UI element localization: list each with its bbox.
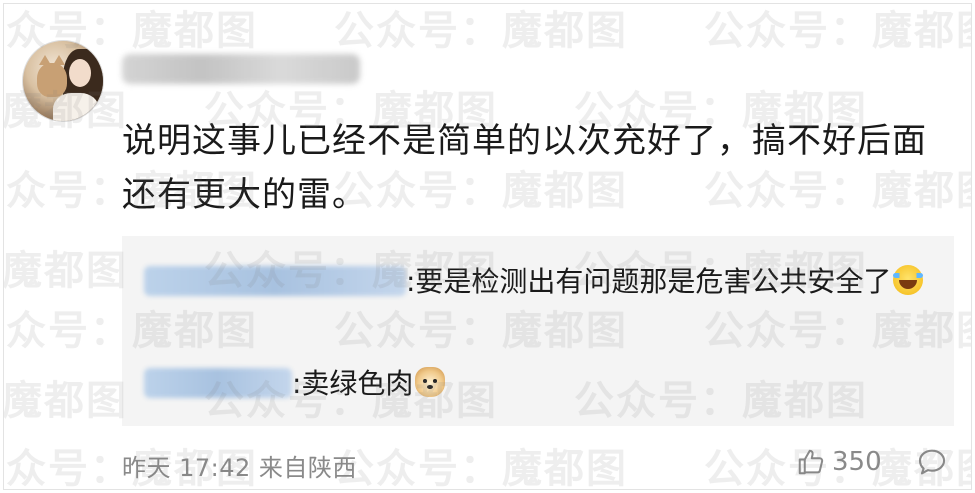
user-avatar[interactable] xyxy=(22,40,104,122)
reply-item[interactable]: :要是检测出有问题那是危害公共安全了 xyxy=(144,260,934,304)
avatar-cat-icon xyxy=(37,55,67,97)
laugh-cry-icon xyxy=(893,265,924,295)
watermark-text: 公众号：魔都图 xyxy=(334,8,628,54)
watermark-text: 公众号：魔都图 xyxy=(3,248,128,294)
comment-card: 说明这事儿已经不是简单的以次充好了，搞不好后面还有更大的雷。 :要是检测出有问题… xyxy=(3,3,972,490)
thumbs-up-icon xyxy=(798,449,824,475)
avatar-face xyxy=(69,59,91,87)
like-count: 350 xyxy=(832,447,882,477)
reply-item[interactable]: :卖绿色肉 xyxy=(144,362,446,406)
reply-text: :要是检测出有问题那是危害公共安全了 xyxy=(406,265,892,298)
blurred-username[interactable] xyxy=(122,54,360,84)
blurred-reply-username[interactable] xyxy=(144,266,406,296)
comment-bubble-icon[interactable] xyxy=(916,446,948,478)
reply-text: :卖绿色肉 xyxy=(292,367,414,400)
doge-icon xyxy=(415,367,446,397)
watermark-text: 公众号：魔都图 xyxy=(704,8,972,54)
like-button[interactable]: 350 xyxy=(796,444,882,480)
comment-text: 说明这事儿已经不是简单的以次充好了，搞不好后面还有更大的雷。 xyxy=(122,121,927,215)
watermark-text: 公众号：魔都图 xyxy=(334,446,628,490)
reply-list: :要是检测出有问题那是危害公共安全了 :卖绿色肉 xyxy=(122,236,954,426)
comment-timestamp-location: 昨天 17:42 来自陕西 xyxy=(122,454,357,482)
watermark-text: 公众号：魔都图 xyxy=(3,378,128,424)
blurred-reply-username[interactable] xyxy=(144,368,292,398)
avatar-body xyxy=(53,93,99,121)
